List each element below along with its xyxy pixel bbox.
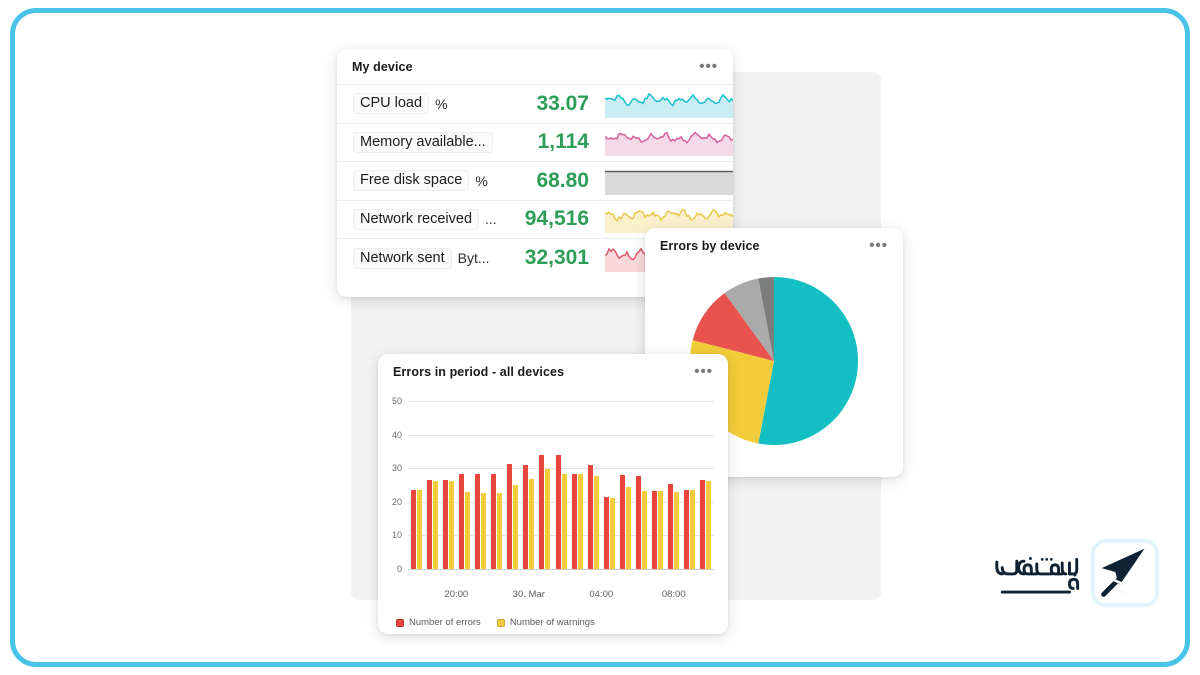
bar-chart-bar bbox=[561, 474, 567, 569]
bar-chart-bar bbox=[642, 491, 648, 569]
bar-chart-bar bbox=[658, 490, 664, 569]
errors-in-period-card-header: Errors in period - all devices ••• bbox=[378, 354, 728, 389]
bar-chart-bar bbox=[480, 492, 486, 569]
errors-in-period-card[interactable]: Errors in period - all devices ••• 0 10 20… bbox=[378, 354, 728, 634]
bar-chart-bar bbox=[491, 473, 497, 569]
arrow-cursor-icon bbox=[1090, 538, 1160, 608]
metric-sparkline bbox=[605, 128, 733, 157]
errors-by-device-card-header: Errors by device ••• bbox=[645, 228, 903, 263]
bar-chart-bar bbox=[636, 475, 642, 569]
legend-item[interactable]: Number of warnings bbox=[496, 617, 595, 628]
bar-chart-bar bbox=[619, 474, 625, 569]
bar-chart-bar bbox=[668, 484, 674, 569]
bar-chart-bar bbox=[410, 490, 416, 569]
metric-value: 68.80 bbox=[536, 168, 589, 192]
my-device-card-header: My device ••• bbox=[337, 49, 733, 84]
legend-swatch bbox=[496, 618, 505, 627]
bar-chart-bar bbox=[545, 468, 551, 569]
errors-by-device-card-title: Errors by device bbox=[660, 239, 760, 253]
x-axis-tick-label: 20:00 bbox=[444, 589, 469, 600]
bar-chart-bar bbox=[577, 473, 583, 569]
bar-chart-bar bbox=[458, 473, 464, 569]
my-device-card-title: My device bbox=[352, 60, 413, 74]
metric-value: 94,516 bbox=[524, 207, 589, 231]
bar-chart-bar bbox=[426, 479, 432, 569]
metric-value: 32,301 bbox=[524, 246, 589, 270]
y-axis-tick-label: 50 bbox=[391, 396, 402, 406]
more-options-icon[interactable]: ••• bbox=[699, 59, 718, 74]
bar-chart-bar bbox=[652, 490, 658, 569]
errors-in-period-card-title: Errors in period - all devices bbox=[393, 365, 565, 379]
bar-chart-bar bbox=[674, 491, 680, 569]
metric-unit: ... bbox=[485, 211, 497, 228]
bar-chart-plot-area: 0 10 20 30 40 50 bbox=[378, 395, 728, 585]
metric-unit: % bbox=[475, 172, 488, 189]
bar-chart-bar bbox=[513, 485, 519, 569]
metric-label: Network received bbox=[353, 208, 480, 230]
legend-swatch bbox=[396, 618, 404, 627]
brand-logo bbox=[975, 534, 1160, 612]
grid-line bbox=[408, 434, 714, 436]
more-options-icon[interactable]: ••• bbox=[869, 238, 888, 253]
legend-label: Number of warnings bbox=[509, 617, 595, 628]
y-axis-tick-label: 20 bbox=[391, 496, 402, 507]
bar-chart-bar bbox=[625, 487, 631, 569]
metric-unit: % bbox=[435, 95, 448, 112]
y-axis-tick-label: 0 bbox=[396, 564, 402, 574]
metric-row[interactable]: CPU load% 33.07 bbox=[337, 85, 733, 124]
screenshot-root: My device ••• CPU load% 33.07 Memory avail… bbox=[0, 0, 1200, 675]
bar-chart-bar bbox=[416, 490, 422, 569]
metric-label: Free disk space bbox=[353, 170, 470, 192]
metric-label: CPU load bbox=[353, 93, 430, 115]
bar-chart-bar bbox=[529, 478, 535, 569]
bar-chart-bar bbox=[464, 491, 470, 569]
bar-chart-bar bbox=[603, 497, 609, 569]
bar-chart-bar bbox=[700, 479, 706, 569]
y-axis-tick-label: 10 bbox=[391, 530, 402, 541]
bar-chart-bar bbox=[690, 490, 696, 569]
bar-chart-bar bbox=[587, 464, 593, 569]
bar-chart-bar bbox=[555, 454, 561, 569]
metric-row[interactable]: Memory available... 1,114 bbox=[337, 124, 733, 162]
metric-row[interactable]: Free disk space% 68.80 bbox=[337, 162, 733, 201]
metric-sparkline bbox=[605, 90, 733, 118]
metric-value: 1,114 bbox=[537, 130, 589, 154]
bar-chart-bar bbox=[523, 464, 529, 569]
grid-line bbox=[408, 468, 714, 470]
metric-unit: Byt... bbox=[457, 250, 490, 267]
bar-chart-bar bbox=[706, 480, 712, 569]
bar-chart-bar bbox=[432, 480, 438, 569]
bar-chart-bar bbox=[539, 454, 545, 569]
bar-chart-bar bbox=[684, 490, 690, 569]
grid-line bbox=[408, 401, 714, 402]
metric-label: Network sent bbox=[353, 247, 452, 269]
y-axis-tick-label: 40 bbox=[391, 429, 402, 440]
bar-chart-bar bbox=[507, 464, 513, 569]
x-axis-tick-label: 08:00 bbox=[661, 589, 686, 600]
metric-sparkline bbox=[605, 167, 733, 195]
bar-chart-bar bbox=[609, 497, 615, 569]
metric-label: Memory available... bbox=[353, 131, 493, 153]
bar-chart-legend: Number of errors Number of warnings bbox=[378, 607, 728, 628]
bar-chart-bar bbox=[442, 479, 448, 569]
bar-chart-bar bbox=[448, 480, 454, 569]
metric-value: 33.07 bbox=[536, 91, 589, 115]
more-options-icon[interactable]: ••• bbox=[694, 364, 713, 379]
grid-line bbox=[408, 569, 714, 570]
bar-chart-x-axis: 20:00 30. Mar 04:00 08:00 bbox=[378, 589, 728, 607]
brand-logo-text bbox=[995, 557, 1080, 594]
x-axis-tick-label: 04:00 bbox=[589, 589, 614, 600]
y-axis-tick-label: 30 bbox=[391, 463, 402, 474]
legend-item[interactable]: Number of errors bbox=[396, 617, 481, 628]
legend-label: Number of errors bbox=[409, 617, 481, 628]
bar-chart-bar bbox=[593, 475, 599, 569]
x-axis-tick-label: 30. Mar bbox=[512, 589, 545, 600]
bar-chart-bar bbox=[571, 473, 577, 569]
bar-chart-bar bbox=[497, 493, 503, 569]
bar-chart-bar bbox=[474, 473, 480, 569]
